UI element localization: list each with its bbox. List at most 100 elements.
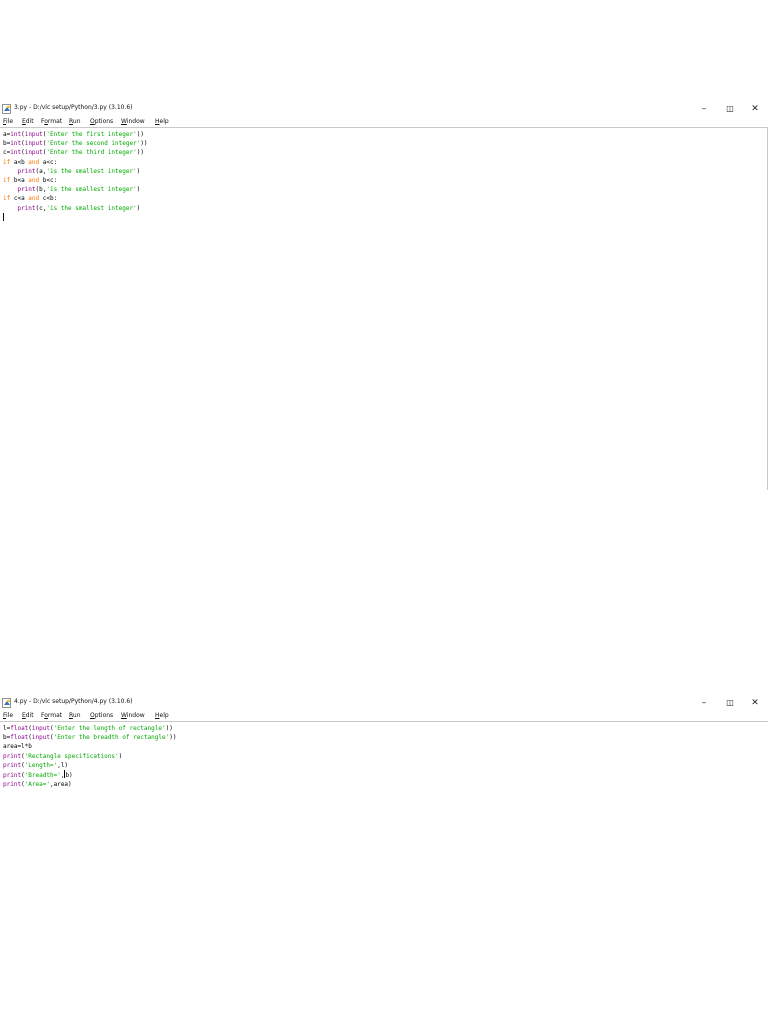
builtin-token: input xyxy=(24,140,43,148)
code-line: if a<b and a<c: xyxy=(3,159,57,166)
code-token: ) xyxy=(136,167,141,175)
menu-item-options[interactable]: Options xyxy=(90,118,113,126)
builtin-token: float xyxy=(10,734,29,742)
code-line: a=int(input('Enter the first integer')) xyxy=(3,131,144,138)
code-token: (a, xyxy=(35,167,47,175)
code-text[interactable]: l=float(input('Enter the length of recta… xyxy=(3,724,176,789)
menu-item-window[interactable]: Window xyxy=(121,712,145,720)
builtin-token: input xyxy=(24,149,43,157)
code-line: print('Breadth=',b) xyxy=(3,770,73,780)
code-token: b) xyxy=(65,772,73,780)
code-token: ,l) xyxy=(57,761,69,769)
builtin-token: print xyxy=(17,204,36,212)
keyword-token: and xyxy=(28,195,40,203)
builtin-token: print xyxy=(3,772,22,780)
code-token: c<b: xyxy=(39,195,58,203)
code-token: b<c: xyxy=(39,177,58,185)
code-line: l=float(input('Enter the length of recta… xyxy=(3,725,173,732)
window-title: 4.py - D:/vlc setup/Python/4.py (3.10.6) xyxy=(14,698,133,705)
string-token: 'Area=' xyxy=(24,781,50,789)
menu-item-run[interactable]: Run xyxy=(69,118,81,126)
menu-item-options[interactable]: Options xyxy=(90,712,113,720)
code-token: a<c: xyxy=(39,158,58,166)
code-token: ) xyxy=(118,752,123,760)
code-line: print('Rectangle specifications') xyxy=(3,753,122,760)
minimize-icon[interactable]: – xyxy=(692,100,716,118)
string-token: 'is the smallest integer' xyxy=(46,186,137,194)
builtin-token: print xyxy=(17,186,36,194)
title-bar[interactable]: 3.py - D:/vlc setup/Python/3.py (3.10.6)… xyxy=(0,100,768,118)
window-title: 3.py - D:/vlc setup/Python/3.py (3.10.6) xyxy=(14,104,133,111)
builtin-token: int xyxy=(10,140,22,148)
menu-item-run[interactable]: Run xyxy=(69,712,81,720)
string-token: 'Enter the first integer' xyxy=(46,131,137,138)
string-token: 'Breadth=' xyxy=(24,772,61,780)
code-line: area=l*b xyxy=(3,743,32,750)
string-token: 'is the smallest integer' xyxy=(46,167,137,175)
code-token: )) xyxy=(136,149,144,157)
menu-bar: File Edit Format Run Options Window Help xyxy=(0,117,768,128)
code-token: )) xyxy=(140,140,148,148)
builtin-token: input xyxy=(24,131,43,138)
code-token: area=l*b xyxy=(3,743,32,751)
builtin-token: print xyxy=(17,167,36,175)
menu-item-edit[interactable]: Edit xyxy=(22,118,34,126)
text-caret xyxy=(3,212,4,221)
menu-bar: File Edit Format Run Options Window Help xyxy=(0,711,768,722)
code-token: ,area) xyxy=(49,781,72,789)
menu-item-edit[interactable]: Edit xyxy=(22,712,34,720)
code-token: c<a xyxy=(10,195,29,203)
code-editor[interactable]: a=int(input('Enter the first integer')) … xyxy=(0,128,760,490)
idle-editor-window-4py: 4.py - D:/vlc setup/Python/4.py (3.10.6)… xyxy=(0,694,768,1024)
close-icon[interactable]: ✕ xyxy=(743,694,767,712)
code-token: (c, xyxy=(35,204,47,212)
builtin-token: print xyxy=(3,781,22,789)
string-token: 'Enter the third integer' xyxy=(46,149,137,157)
string-token: 'Length=' xyxy=(24,761,58,769)
python-file-icon xyxy=(2,698,11,708)
builtin-token: int xyxy=(10,149,22,157)
code-token: )) xyxy=(136,131,144,138)
keyword-token: and xyxy=(28,158,40,166)
code-token: a<b xyxy=(10,158,29,166)
code-text[interactable]: a=int(input('Enter the first integer')) … xyxy=(3,130,148,223)
menu-item-file[interactable]: File xyxy=(3,712,13,720)
code-line: if b<a and b<c: xyxy=(3,177,57,184)
keyword-token: and xyxy=(28,177,40,185)
builtin-token: input xyxy=(31,725,50,732)
string-token: 'Enter the second integer' xyxy=(46,140,141,148)
code-line: b=float(input('Enter the breadth of rect… xyxy=(3,734,176,741)
menu-item-help[interactable]: Help xyxy=(155,118,169,126)
menu-item-file[interactable]: File xyxy=(3,118,13,126)
builtin-token: int xyxy=(10,131,22,138)
code-line: c=int(input('Enter the third integer')) xyxy=(3,149,144,156)
menu-item-help[interactable]: Help xyxy=(155,712,169,720)
code-line: print('Length=',l) xyxy=(3,762,68,769)
string-token: 'Enter the breadth of rectangle' xyxy=(53,734,170,742)
builtin-token: print xyxy=(3,752,22,760)
restore-icon[interactable]: ◫ xyxy=(718,100,742,118)
idle-editor-window-3py: 3.py - D:/vlc setup/Python/3.py (3.10.6)… xyxy=(0,100,768,490)
menu-item-format[interactable]: Format xyxy=(41,712,62,720)
code-token: ) xyxy=(136,186,141,194)
code-token: (b, xyxy=(35,186,47,194)
code-token: ) xyxy=(136,204,141,212)
string-token: 'Enter the length of rectangle' xyxy=(53,725,166,732)
string-token: 'Rectangle specifications' xyxy=(24,752,119,760)
code-line: print('Area=',area) xyxy=(3,781,72,788)
restore-icon[interactable]: ◫ xyxy=(718,694,742,712)
menu-item-format[interactable]: Format xyxy=(41,118,62,126)
menu-item-window[interactable]: Window xyxy=(121,118,145,126)
code-editor[interactable]: l=float(input('Enter the length of recta… xyxy=(0,722,760,1024)
code-line: b=int(input('Enter the second integer')) xyxy=(3,140,148,147)
close-icon[interactable]: ✕ xyxy=(743,100,767,118)
code-line: if c<a and c<b: xyxy=(3,195,57,202)
minimize-icon[interactable]: – xyxy=(692,694,716,712)
python-file-icon xyxy=(2,104,11,114)
title-bar[interactable]: 4.py - D:/vlc setup/Python/4.py (3.10.6)… xyxy=(0,694,768,712)
code-line: print(a,'is the smallest integer') xyxy=(3,168,140,175)
builtin-token: print xyxy=(3,761,22,769)
